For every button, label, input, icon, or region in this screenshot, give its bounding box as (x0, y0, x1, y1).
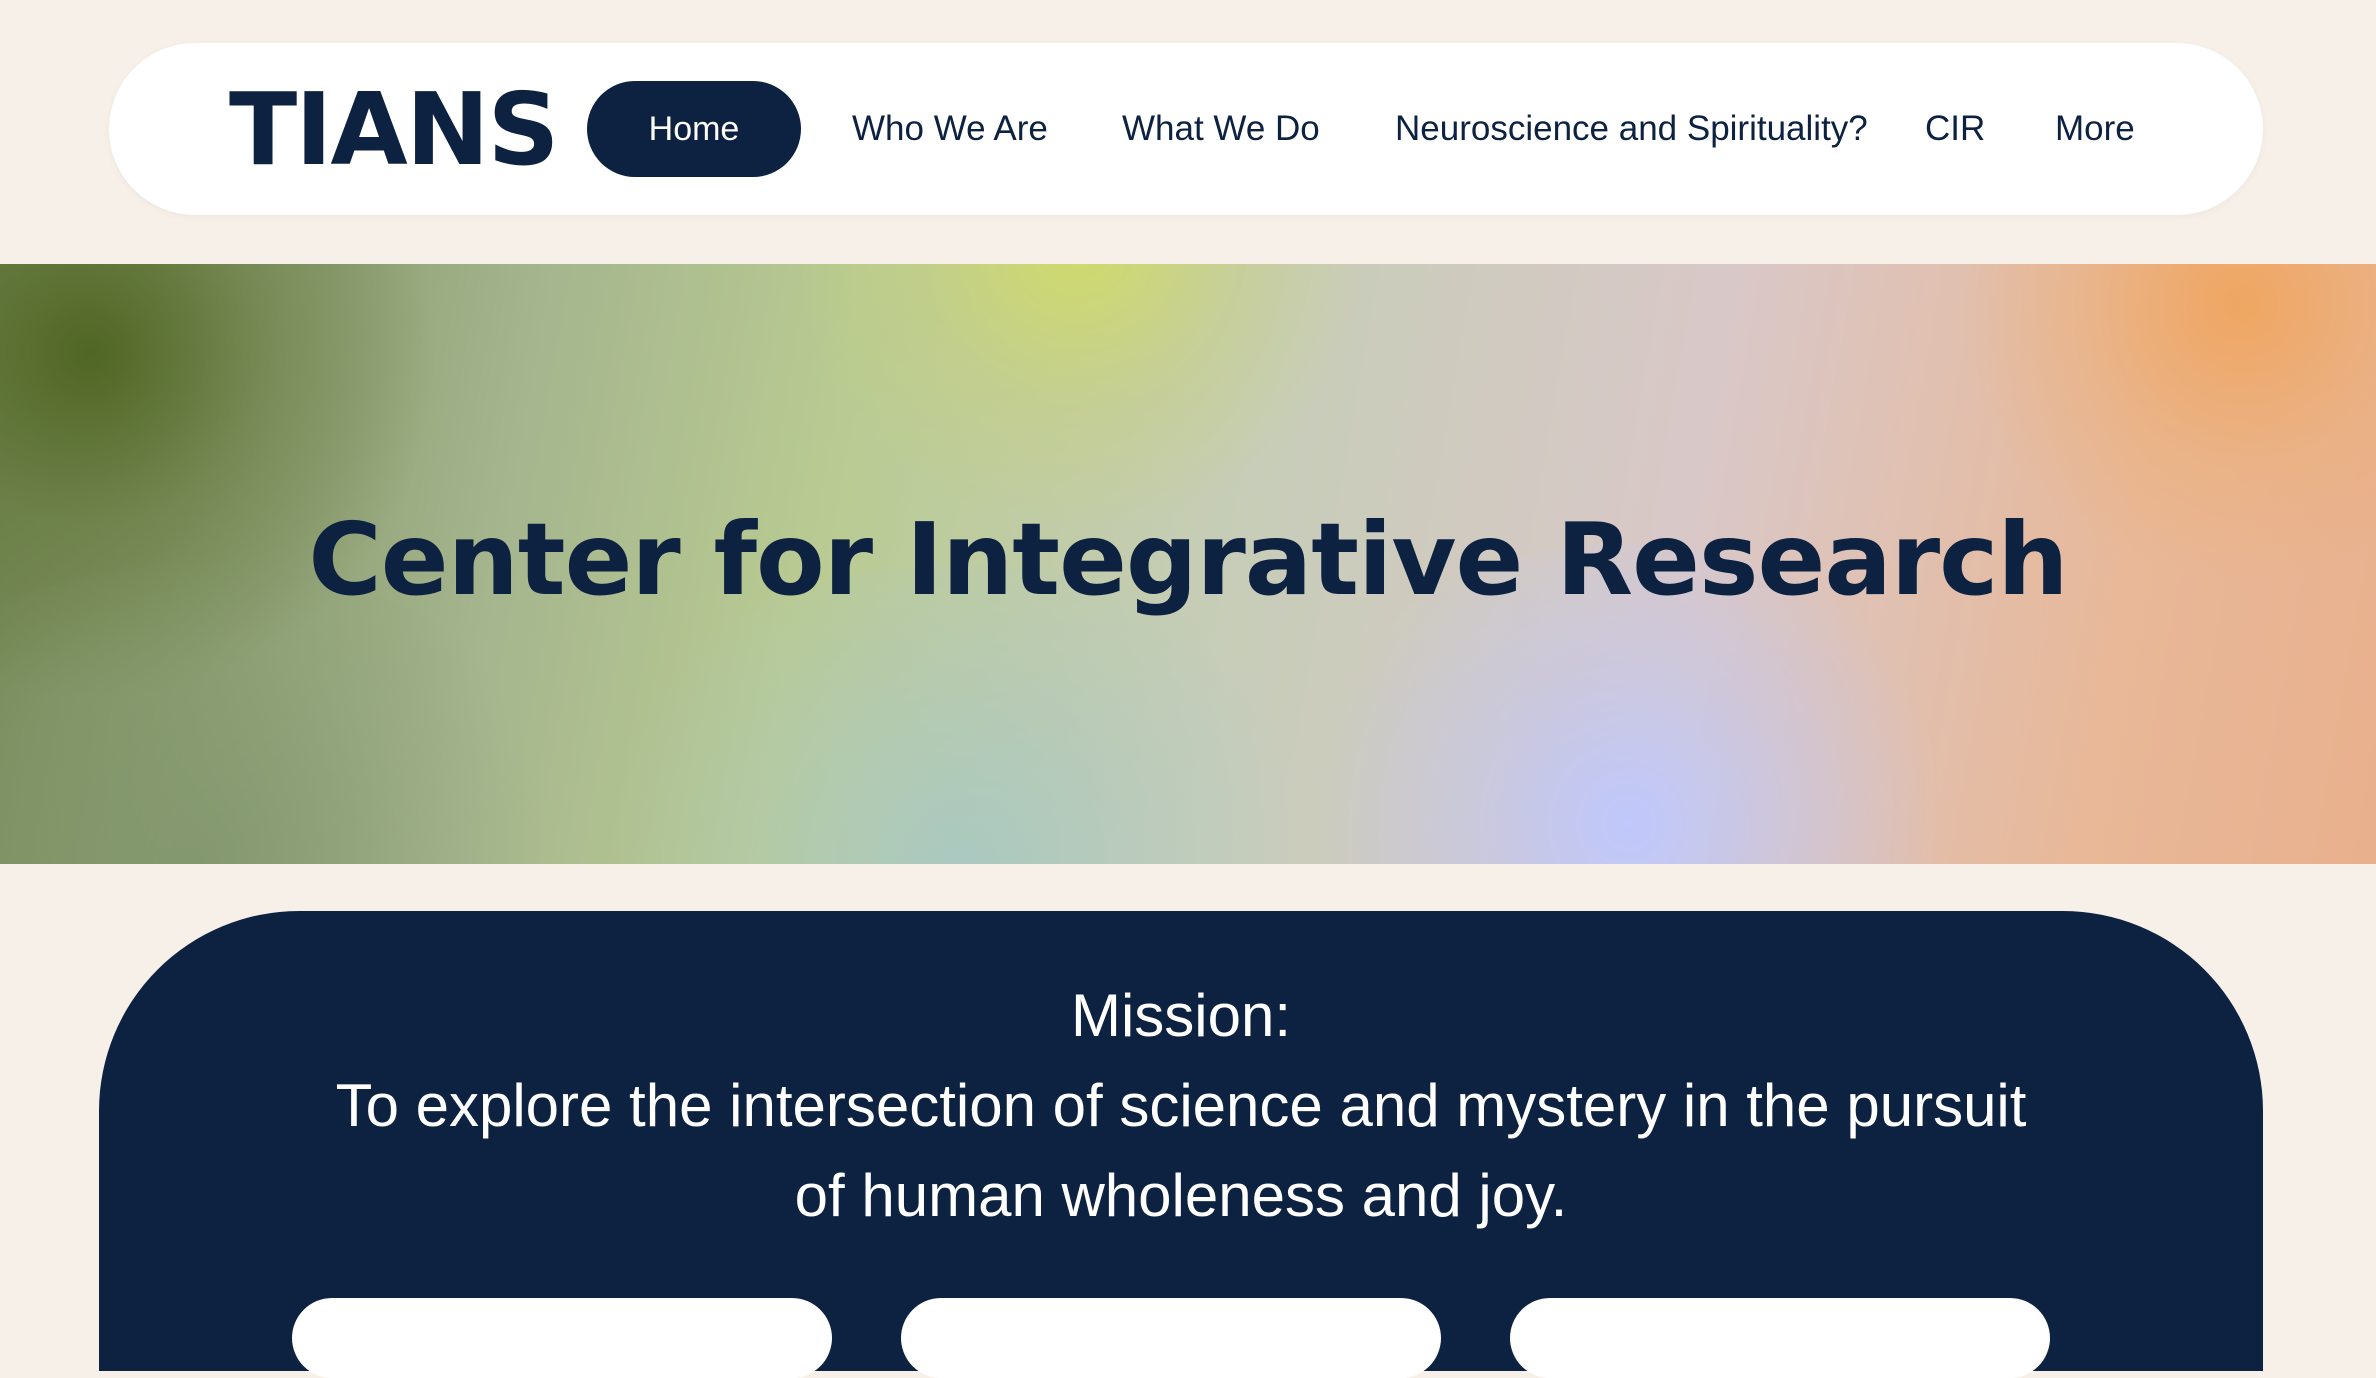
mission-card-button-3[interactable] (1510, 1298, 2050, 1378)
nav-what-we-do[interactable]: What We Do (1122, 81, 1320, 177)
site-logo[interactable]: TIANS (229, 75, 560, 185)
mission-heading: Mission: (1070, 982, 1292, 1049)
nav-who-we-are[interactable]: Who We Are (852, 81, 1048, 177)
mission-card-button-1[interactable] (292, 1298, 832, 1378)
hero-title: Center for Integrative Research (308, 501, 2068, 618)
mission-card-button-2[interactable] (901, 1298, 1441, 1378)
nav-neuroscience-spirituality[interactable]: Neuroscience and Spirituality? (1395, 81, 1868, 177)
header-nav: TIANS Home Who We Are What We Do Neurosc… (109, 43, 2263, 215)
nav-home-button[interactable]: Home (587, 81, 801, 177)
mission-statement: To explore the intersection of science a… (335, 1072, 2027, 1229)
mission-text-block: Mission: To explore the intersection of … (99, 971, 2263, 1241)
nav-cir[interactable]: CIR (1925, 81, 1985, 177)
nav-more[interactable]: More (2055, 81, 2135, 177)
mission-card: Mission: To explore the intersection of … (99, 911, 2263, 1378)
